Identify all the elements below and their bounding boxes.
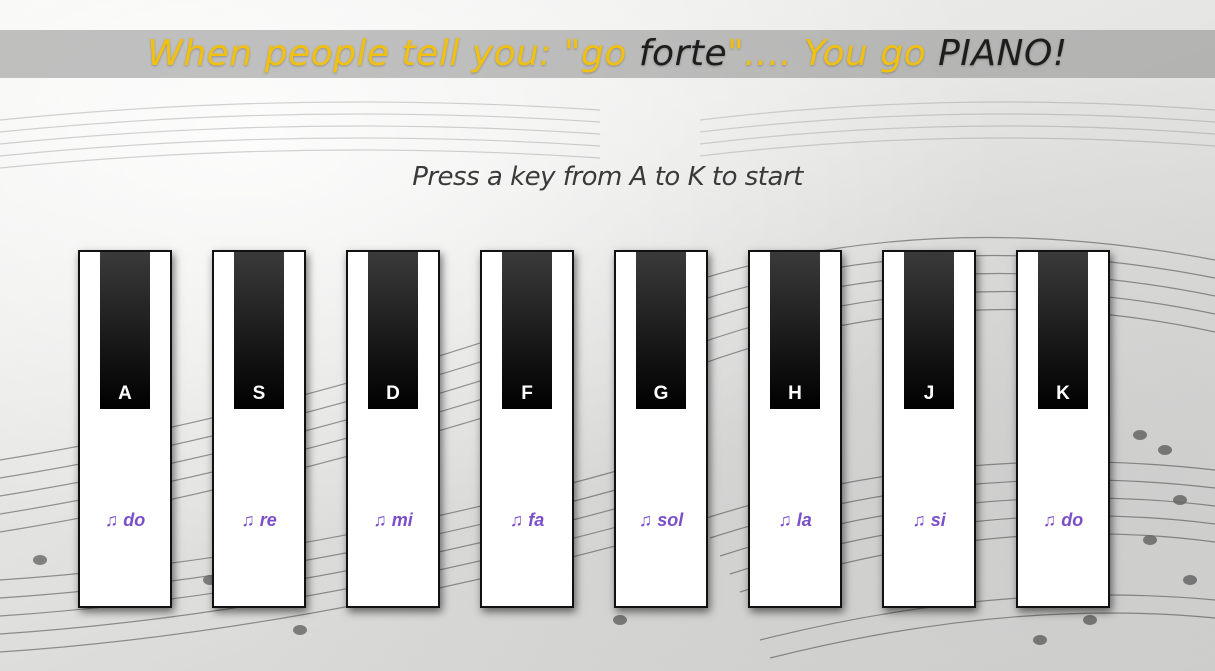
- note-name: do: [123, 510, 146, 530]
- key-letter: H: [788, 383, 802, 404]
- music-note-icon: ♫: [509, 510, 524, 530]
- piano-key-d[interactable]: D ♫ mi: [346, 250, 440, 608]
- note-name: si: [930, 510, 946, 530]
- banner-text-part-1: When people tell you: "go: [147, 33, 639, 74]
- key-letter: J: [923, 383, 935, 404]
- key-letter: S: [252, 383, 266, 404]
- piano-key-s[interactable]: S ♫ re: [212, 250, 306, 608]
- note-name: do: [1061, 510, 1084, 530]
- note-name: mi: [391, 510, 413, 530]
- start-instruction: Press a key from A to K to start: [412, 162, 803, 192]
- piano-key-k[interactable]: K ♫ do: [1016, 250, 1110, 608]
- black-key-h[interactable]: H: [770, 252, 820, 409]
- black-key-j[interactable]: J: [904, 252, 954, 409]
- banner-title: When people tell you: "go forte".... You…: [147, 33, 1067, 74]
- key-letter: D: [386, 383, 400, 404]
- black-key-k[interactable]: K: [1038, 252, 1088, 409]
- music-note-icon: ♫: [241, 510, 255, 530]
- banner-text-part-3: ".... You go: [727, 33, 939, 74]
- banner-text-forte: forte: [638, 33, 728, 74]
- key-letter: G: [653, 383, 669, 404]
- key-note-label: ♫ do: [1018, 510, 1108, 531]
- piano-key-f[interactable]: F ♫ fa: [480, 250, 574, 608]
- black-key-g[interactable]: G: [636, 252, 686, 409]
- key-letter: A: [118, 383, 132, 404]
- music-note-icon: ♫: [1042, 510, 1057, 530]
- note-name: sol: [657, 510, 684, 530]
- key-note-label: ♫ si: [884, 510, 974, 531]
- music-note-icon: ♫: [373, 510, 387, 530]
- key-note-label: ♫ fa: [482, 510, 572, 531]
- piano-key-h[interactable]: H ♫ la: [748, 250, 842, 608]
- music-note-icon: ♫: [912, 510, 926, 530]
- key-note-label: ♫ do: [80, 510, 170, 531]
- note-name: re: [259, 510, 277, 530]
- key-note-label: ♫ sol: [616, 510, 706, 531]
- piano-key-j[interactable]: J ♫ si: [882, 250, 976, 608]
- black-key-f[interactable]: F: [502, 252, 552, 409]
- title-banner: When people tell you: "go forte".... You…: [0, 30, 1215, 78]
- piano-key-g[interactable]: G ♫ sol: [614, 250, 708, 608]
- black-key-s[interactable]: S: [234, 252, 284, 409]
- key-note-label: ♫ la: [750, 510, 840, 531]
- key-letter: K: [1056, 383, 1070, 404]
- music-note-icon: ♫: [778, 510, 792, 530]
- key-note-label: ♫ mi: [348, 510, 438, 531]
- note-name: fa: [528, 510, 545, 530]
- music-note-icon: ♫: [638, 510, 653, 530]
- music-note-icon: ♫: [104, 510, 119, 530]
- piano-key-a[interactable]: A ♫ do: [78, 250, 172, 608]
- banner-text-piano: PIANO!: [938, 33, 1068, 74]
- black-key-a[interactable]: A: [100, 252, 150, 409]
- note-name: la: [796, 510, 812, 530]
- key-note-label: ♫ re: [214, 510, 304, 531]
- key-letter: F: [521, 383, 533, 404]
- black-key-d[interactable]: D: [368, 252, 418, 409]
